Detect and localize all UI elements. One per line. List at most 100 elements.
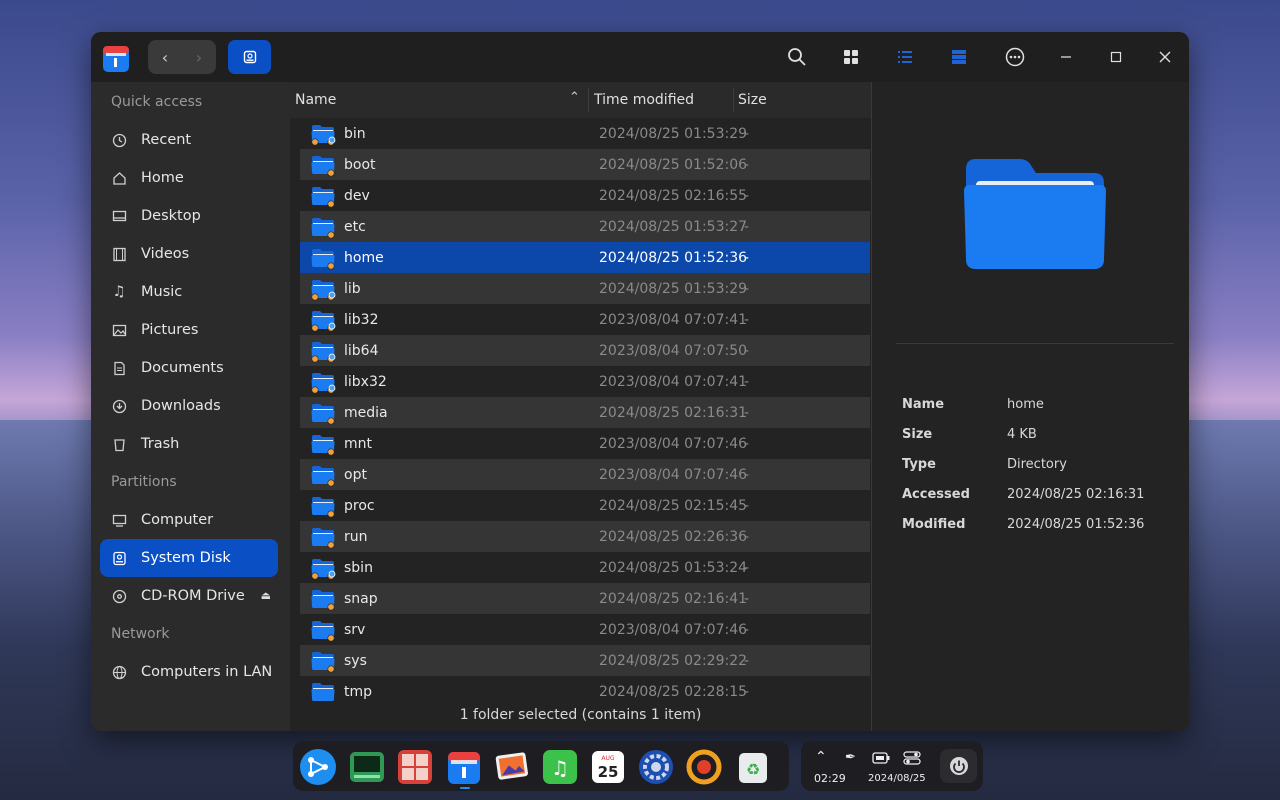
- folder-icon: [311, 528, 335, 549]
- control-center-icon[interactable]: [903, 751, 921, 765]
- detail-type-label: Type: [902, 457, 936, 472]
- table-row[interactable]: etc 2024/08/25 01:53:27-: [300, 211, 870, 242]
- table-row[interactable]: boot 2024/08/25 01:52:06-: [300, 149, 870, 180]
- sidebar-heading-quick-access: Quick access: [111, 94, 203, 110]
- table-row[interactable]: sbin 2024/08/25 01:53:24-: [300, 552, 870, 583]
- file-time-modified: 2024/08/25 02:16:55: [599, 187, 748, 204]
- table-row[interactable]: lib 2024/08/25 01:53:29-: [300, 273, 870, 304]
- sidebar-item-label: Computer: [141, 512, 214, 528]
- file-name: sbin: [344, 559, 373, 576]
- table-row[interactable]: media 2024/08/25 02:16:31-: [300, 397, 870, 428]
- file-size: -: [744, 373, 750, 390]
- column-header-name[interactable]: Name: [295, 92, 336, 108]
- file-name: tmp: [344, 683, 373, 700]
- trash-dock-icon[interactable]: ♻: [734, 748, 772, 786]
- file-name: opt: [344, 466, 367, 483]
- nav-button-group: ‹ ›: [148, 40, 216, 74]
- icon-view-button[interactable]: [839, 45, 863, 69]
- file-manager-dock-icon[interactable]: [445, 748, 483, 786]
- minimize-button[interactable]: [1054, 45, 1078, 69]
- music-player-icon[interactable]: ♫: [541, 748, 579, 786]
- eject-icon[interactable]: ⏏: [261, 589, 271, 602]
- system-tray: ⌃ ✒ 02:29 2024/08/25: [801, 741, 983, 791]
- active-app-indicator: [460, 787, 470, 789]
- file-time-modified: 2023/08/04 07:07:50: [599, 342, 748, 359]
- sidebar-item-desktop[interactable]: Desktop: [100, 197, 278, 235]
- sidebar-item-system-disk[interactable]: System Disk: [100, 539, 278, 577]
- folder-icon: [311, 373, 336, 394]
- sidebar-item-cdrom-drive[interactable]: CD-ROM Drive ⏏: [100, 577, 278, 615]
- details-panel-button[interactable]: [947, 45, 971, 69]
- table-row[interactable]: tmp 2024/08/25 02:28:15-: [300, 676, 870, 707]
- table-row[interactable]: sys 2024/08/25 02:29:22-: [300, 645, 870, 676]
- file-time-modified: 2024/08/25 01:53:27: [599, 218, 748, 235]
- launcher-icon[interactable]: [299, 748, 337, 786]
- sidebar-item-label: Music: [141, 284, 183, 300]
- forward-button[interactable]: ›: [182, 40, 216, 74]
- table-row[interactable]: lib64 2023/08/04 07:07:50-: [300, 335, 870, 366]
- file-size: -: [744, 528, 750, 545]
- table-row[interactable]: snap 2024/08/25 02:16:41-: [300, 583, 870, 614]
- details-panel-icon: [952, 50, 966, 64]
- folder-icon: [311, 497, 335, 518]
- sidebar-item-trash[interactable]: Trash: [100, 425, 278, 463]
- sidebar-item-home[interactable]: Home: [100, 159, 278, 197]
- tray-time[interactable]: 02:29: [814, 772, 846, 785]
- column-header-size[interactable]: Size: [738, 92, 767, 108]
- sidebar-item-music[interactable]: ♫ Music: [100, 273, 278, 311]
- sidebar-item-documents[interactable]: Documents: [100, 349, 278, 387]
- table-row[interactable]: lib32 2023/08/04 07:07:41-: [300, 304, 870, 335]
- table-row[interactable]: opt 2023/08/04 07:07:46-: [300, 459, 870, 490]
- column-separator[interactable]: [588, 88, 589, 112]
- table-row[interactable]: home 2024/08/25 01:52:36-: [300, 242, 870, 273]
- sidebar-item-computer[interactable]: Computer: [100, 501, 278, 539]
- battery-icon[interactable]: [872, 752, 890, 764]
- column-header-time-modified[interactable]: Time modified: [594, 92, 694, 108]
- back-button[interactable]: ‹: [148, 40, 182, 74]
- file-size: -: [744, 435, 750, 452]
- table-row[interactable]: srv 2023/08/04 07:07:46-: [300, 614, 870, 645]
- table-row[interactable]: mnt 2023/08/04 07:07:46-: [300, 428, 870, 459]
- file-list: Name ⌃ Time modified Size bin 2024/08/25 …: [290, 82, 871, 731]
- breadcrumb-system-disk[interactable]: [228, 40, 271, 74]
- tray-expand-icon[interactable]: ⌃: [815, 749, 827, 765]
- tray-date[interactable]: 2024/08/25: [868, 773, 926, 784]
- file-size: -: [744, 466, 750, 483]
- file-name: lib32: [344, 311, 379, 328]
- table-row[interactable]: run 2024/08/25 02:26:36-: [300, 521, 870, 552]
- music-icon: ♫: [112, 284, 126, 300]
- power-button[interactable]: [940, 749, 977, 783]
- calendar-icon[interactable]: AUG25: [589, 748, 627, 786]
- settings-icon[interactable]: [637, 748, 675, 786]
- table-row[interactable]: dev 2024/08/25 02:16:55-: [300, 180, 870, 211]
- sort-ascending-icon[interactable]: ⌃: [569, 90, 580, 105]
- search-button[interactable]: [785, 45, 809, 69]
- table-row[interactable]: libx32 2023/08/04 07:07:41-: [300, 366, 870, 397]
- maximize-button[interactable]: [1104, 45, 1128, 69]
- sync-app-icon[interactable]: [685, 748, 723, 786]
- image-viewer-icon[interactable]: [493, 748, 531, 786]
- pen-icon[interactable]: ✒: [845, 750, 856, 765]
- sidebar-item-downloads[interactable]: Downloads: [100, 387, 278, 425]
- sidebar-item-recent[interactable]: Recent: [100, 121, 278, 159]
- file-time-modified: 2023/08/04 07:07:41: [599, 373, 748, 390]
- calendar-month: AUG: [601, 755, 614, 762]
- column-separator[interactable]: [733, 88, 734, 112]
- dock: ♫ AUG 25 ♻: [293, 741, 789, 791]
- close-button[interactable]: [1153, 45, 1177, 69]
- sidebar-item-label: System Disk: [141, 550, 231, 566]
- chevron-right-icon: ›: [195, 47, 203, 67]
- sidebar-item-computers-in-lan[interactable]: Computers in LAN: [100, 653, 278, 691]
- table-row[interactable]: bin 2024/08/25 01:53:29-: [300, 118, 870, 149]
- sidebar-item-pictures[interactable]: Pictures: [100, 311, 278, 349]
- sidebar-item-videos[interactable]: Videos: [100, 235, 278, 273]
- more-icon: [1005, 47, 1025, 67]
- system-monitor-icon[interactable]: [348, 748, 386, 786]
- app-store-icon[interactable]: [396, 748, 434, 786]
- image-icon: [111, 322, 127, 338]
- list-view-button[interactable]: [893, 45, 917, 69]
- table-row[interactable]: proc 2024/08/25 02:15:45-: [300, 490, 870, 521]
- more-options-button[interactable]: [1003, 45, 1027, 69]
- file-time-modified: 2024/08/25 01:53:24: [599, 559, 748, 576]
- sidebar-item-label: Trash: [141, 436, 180, 452]
